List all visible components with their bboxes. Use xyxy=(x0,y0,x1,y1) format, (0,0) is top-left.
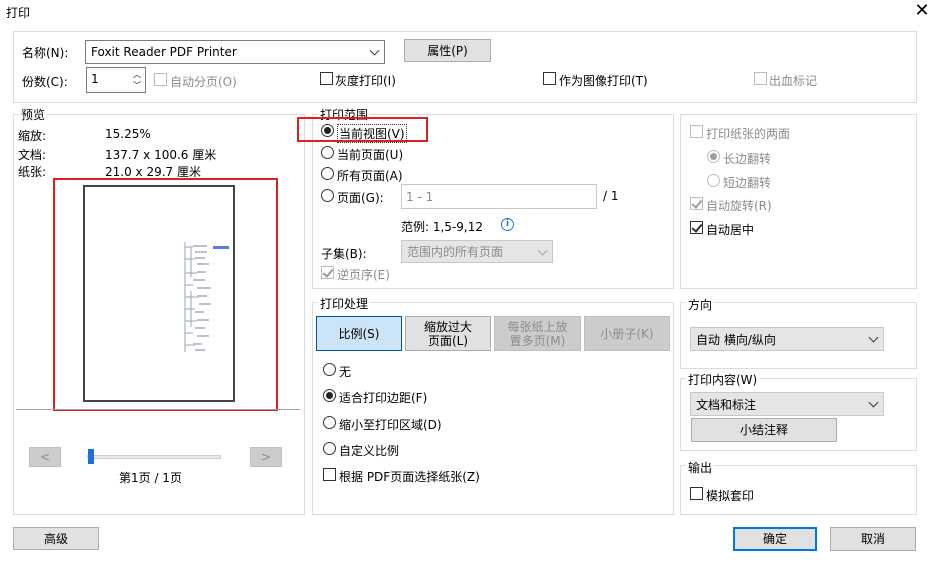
range-example: 范例: 1,5-9,12 xyxy=(401,220,483,234)
all-pages-label: 所有页面(A) xyxy=(337,169,403,183)
close-icon[interactable]: ✕ xyxy=(913,2,931,20)
copies-value: 1 xyxy=(91,72,99,86)
long-edge-label: 长边翻转 xyxy=(723,152,772,166)
tab-multiple-pages[interactable]: 每张纸上放 置多页(M) xyxy=(494,316,581,351)
short-edge-radio[interactable] xyxy=(707,174,720,187)
both-sides-label: 打印纸张的两面 xyxy=(706,127,791,141)
prev-page-button[interactable]: < xyxy=(29,447,61,467)
print-as-image-checkbox[interactable] xyxy=(543,72,556,85)
reverse-pages-checkbox[interactable] xyxy=(321,266,334,279)
subset-select[interactable]: 范围内的所有页面 xyxy=(401,240,553,263)
auto-center-label: 自动居中 xyxy=(706,223,755,237)
orientation-select-value: 自动 横向/纵向 xyxy=(696,332,776,347)
preview-divider xyxy=(16,409,300,410)
pages-total: / 1 xyxy=(603,189,619,203)
print-content-select[interactable]: 文档和标注 xyxy=(690,392,884,416)
auto-rotate-label: 自动旋转(R) xyxy=(706,199,772,213)
simulate-overprint-label: 模拟套印 xyxy=(706,489,755,503)
next-page-button[interactable]: > xyxy=(250,447,282,467)
both-sides-checkbox[interactable] xyxy=(690,125,703,138)
choose-paper-label: 根据 PDF页面选择纸张(Z) xyxy=(339,470,480,484)
auto-center-checkbox[interactable] xyxy=(690,221,703,234)
simulate-overprint-checkbox[interactable] xyxy=(690,487,703,500)
current-view-label: 当前视图(V) xyxy=(337,124,407,143)
page-slider[interactable] xyxy=(87,455,221,459)
short-edge-label: 短边翻转 xyxy=(723,176,772,190)
preview-page xyxy=(83,185,235,402)
shrink-to-area-radio[interactable] xyxy=(323,416,336,429)
fit-margins-label: 适合打印边距(F) xyxy=(339,391,428,405)
tab-scale[interactable]: 比例(S) xyxy=(316,316,402,351)
scale-label: 缩放: xyxy=(18,129,47,143)
output-group-label: 输出 xyxy=(686,459,715,476)
properties-button[interactable]: 属性(P) xyxy=(404,39,491,62)
current-page-radio[interactable] xyxy=(321,146,334,159)
scale-value: 15.25% xyxy=(105,127,151,141)
custom-scale-label: 自定义比例 xyxy=(339,444,400,458)
document-size-value: 137.7 x 100.6 厘米 xyxy=(105,148,217,162)
orientation-group-label: 方向 xyxy=(686,296,715,313)
page-indicator: 第1页 / 1页 xyxy=(119,471,182,485)
summarize-comments-button[interactable]: 小结注释 xyxy=(691,418,837,442)
advanced-button[interactable]: 高级 xyxy=(13,527,99,550)
bleed-marks-checkbox[interactable] xyxy=(754,72,767,85)
tab-booklet[interactable]: 小册子(K) xyxy=(584,316,670,351)
collate-label: 自动分页(O) xyxy=(170,75,237,89)
preview-group-label: 预览 xyxy=(19,106,48,123)
stepper-down-icon[interactable]: ﹀ xyxy=(130,80,144,91)
print-handling-group-label: 打印处理 xyxy=(318,295,371,312)
grayscale-label: 灰度打印(I) xyxy=(335,74,396,88)
ok-button[interactable]: 确定 xyxy=(733,527,817,551)
all-pages-radio[interactable] xyxy=(321,167,334,180)
long-edge-radio[interactable] xyxy=(707,150,720,163)
current-page-label: 当前页面(U) xyxy=(337,148,404,162)
paper-size-label: 纸张: xyxy=(18,165,47,179)
chevron-down-icon xyxy=(868,332,879,343)
document-size-label: 文档: xyxy=(18,148,47,162)
printer-name-label: 名称(N): xyxy=(22,46,69,60)
collate-checkbox[interactable] xyxy=(154,73,167,86)
scale-none-radio[interactable] xyxy=(323,363,336,376)
grayscale-checkbox[interactable] xyxy=(320,72,333,85)
stepper-up-icon[interactable]: ︿ xyxy=(130,69,144,80)
tab-shrink-oversized[interactable]: 缩放过大 页面(L) xyxy=(405,316,491,351)
subset-select-value: 范围内的所有页面 xyxy=(407,245,504,259)
orientation-select[interactable]: 自动 横向/纵向 xyxy=(690,327,884,351)
pages-input-placeholder: 1 - 1 xyxy=(406,190,434,204)
print-as-image-label: 作为图像打印(T) xyxy=(559,74,648,88)
reverse-pages-label: 逆页序(E) xyxy=(337,268,390,282)
chevron-down-icon xyxy=(868,397,879,408)
pages-label: 页面(G): xyxy=(337,191,384,205)
cancel-button[interactable]: 取消 xyxy=(830,527,916,551)
pages-input[interactable]: 1 - 1 xyxy=(401,184,597,209)
bleed-marks-label: 出血标记 xyxy=(769,74,818,88)
chevron-down-icon xyxy=(537,245,548,256)
info-icon[interactable]: i xyxy=(501,218,514,231)
pages-radio[interactable] xyxy=(321,189,334,202)
printer-select-value: Foxit Reader PDF Printer xyxy=(91,45,237,59)
printer-select[interactable]: Foxit Reader PDF Printer xyxy=(85,40,385,64)
copies-stepper[interactable]: 1 ︿ ﹀ xyxy=(86,67,146,93)
auto-rotate-checkbox[interactable] xyxy=(690,197,703,210)
page-slider-thumb[interactable] xyxy=(88,449,94,464)
custom-scale-radio[interactable] xyxy=(323,442,336,455)
current-view-radio[interactable] xyxy=(321,124,334,137)
shrink-to-area-label: 缩小至打印区域(D) xyxy=(339,418,442,432)
scale-none-label: 无 xyxy=(339,365,352,379)
choose-paper-checkbox[interactable] xyxy=(323,468,336,481)
preview-page-content xyxy=(184,242,229,352)
print-content-group-label: 打印内容(W) xyxy=(686,371,760,388)
chevron-down-icon xyxy=(369,45,380,56)
fit-margins-radio[interactable] xyxy=(323,389,336,402)
copies-label: 份数(C): xyxy=(22,75,68,89)
subset-label: 子集(B): xyxy=(321,247,367,261)
print-content-select-value: 文档和标注 xyxy=(696,397,757,412)
window-title: 打印 xyxy=(6,6,31,20)
